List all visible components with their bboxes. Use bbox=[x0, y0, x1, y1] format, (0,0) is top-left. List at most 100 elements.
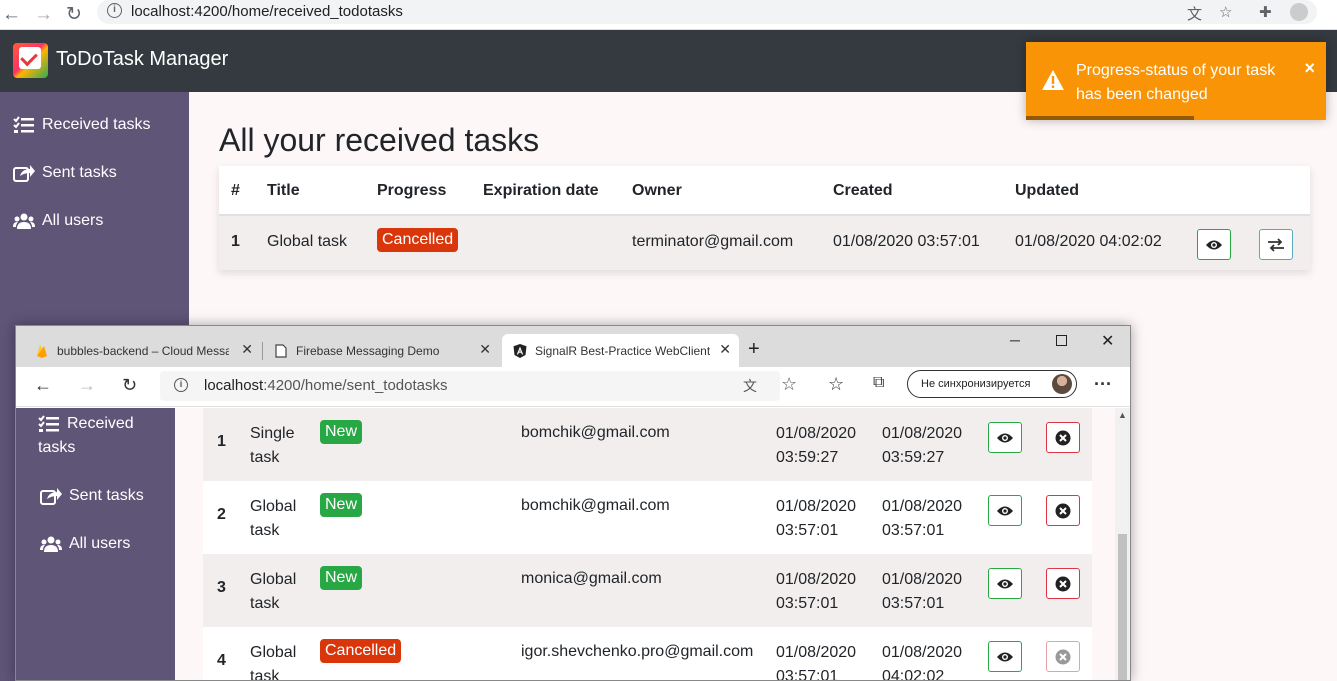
tab-title: Firebase Messaging Demo bbox=[296, 343, 440, 358]
column-header: Updated bbox=[1015, 182, 1079, 199]
column-header: # bbox=[231, 182, 240, 199]
table-header: # Title Progress Expiration date Owner C… bbox=[219, 166, 1310, 216]
row-number: 1 bbox=[217, 433, 226, 450]
progress-cell: Cancelled bbox=[320, 639, 402, 663]
back-arrow-icon[interactable]: ← bbox=[2, 2, 21, 28]
row-number: 2 bbox=[217, 506, 226, 523]
sidebar-item-all-users[interactable]: All users bbox=[13, 209, 103, 233]
view-task-button[interactable] bbox=[988, 641, 1022, 672]
task-title: Global task bbox=[250, 644, 297, 681]
updated-date: 01/08/2020 03:57:01 bbox=[882, 498, 963, 539]
view-task-button[interactable] bbox=[988, 568, 1022, 599]
view-task-button[interactable] bbox=[1197, 229, 1231, 260]
updated-date: 01/08/2020 03:57:01 bbox=[882, 571, 963, 612]
back-arrow-icon[interactable]: ← bbox=[34, 375, 52, 396]
close-window-icon[interactable]: ✕ bbox=[1101, 331, 1114, 351]
progress-badge: Cancelled bbox=[377, 228, 459, 252]
collections-icon[interactable]: ⧉ bbox=[873, 374, 884, 392]
tab-bubbles-backend[interactable]: bubbles-backend – Cloud Messa ✕ bbox=[24, 334, 261, 367]
scrollbar-thumb[interactable] bbox=[1118, 534, 1127, 680]
address-url[interactable]: localhost:4200/home/received_todotasks bbox=[131, 3, 403, 20]
share-icon bbox=[40, 488, 62, 505]
progress-cell: New bbox=[320, 566, 363, 590]
forward-arrow-icon[interactable]: → bbox=[78, 375, 96, 396]
reload-icon[interactable]: ↻ bbox=[66, 2, 82, 28]
profile-sync-button[interactable]: Не синхронизируется bbox=[907, 370, 1077, 398]
table-row: 1 Single task New bomchik@gmail.com 01/0… bbox=[203, 408, 1092, 481]
view-task-button[interactable] bbox=[988, 422, 1022, 453]
sidebar-item-sent-tasks[interactable]: Sent tasks bbox=[40, 484, 144, 508]
toast-close-button[interactable]: × bbox=[1304, 58, 1315, 79]
task-owner: bomchik@gmail.com bbox=[521, 497, 670, 514]
sidebar-item-label: Received tasks bbox=[38, 415, 134, 456]
translate-icon[interactable]: 文 bbox=[1187, 3, 1202, 24]
sidebar-item-all-users[interactable]: All users bbox=[40, 532, 130, 556]
tab-title: SignalR Best-Practice WebClient bbox=[535, 343, 711, 358]
progress-cell: New bbox=[320, 493, 363, 517]
bookmark-star-icon[interactable]: ☆ bbox=[1219, 3, 1232, 21]
address-url[interactable]: localhost:4200/home/sent_todotasks bbox=[204, 377, 448, 394]
created-date: 01/08/2020 03:57:01 bbox=[833, 233, 980, 250]
app-logo-icon bbox=[13, 43, 48, 78]
address-bar[interactable]: i localhost:4200/home/received_todotasks… bbox=[97, 0, 1317, 24]
tab-title: bubbles-backend – Cloud Messa bbox=[57, 343, 229, 358]
more-menu-icon[interactable]: ··· bbox=[1094, 374, 1112, 395]
site-info-icon[interactable]: i bbox=[107, 3, 122, 18]
angular-icon bbox=[513, 343, 527, 358]
edge-toolbar: ← → ↻ i localhost:4200/home/sent_todotas… bbox=[16, 367, 1130, 407]
favorite-star-icon[interactable]: ☆ bbox=[781, 374, 797, 395]
new-tab-button[interactable]: + bbox=[748, 338, 760, 361]
tab-signalr-webclient[interactable]: SignalR Best-Practice WebClient ✕ bbox=[502, 334, 739, 367]
delete-task-button[interactable] bbox=[1046, 568, 1080, 599]
sidebar-item-label: Sent tasks bbox=[69, 487, 144, 504]
tab-firebase-messaging[interactable]: Firebase Messaging Demo ✕ bbox=[263, 334, 499, 367]
edge-browser-window: bubbles-backend – Cloud Messa ✕ Firebase… bbox=[15, 325, 1131, 681]
site-info-icon[interactable]: i bbox=[174, 378, 188, 392]
task-owner: igor.shevchenko.pro@gmail.com bbox=[521, 643, 754, 660]
progress-cell: New bbox=[320, 420, 363, 444]
app-title[interactable]: ToDoTask Manager bbox=[56, 48, 228, 71]
eye-icon bbox=[997, 579, 1013, 588]
delete-task-button[interactable] bbox=[1046, 641, 1080, 672]
sidebar-item-sent-tasks[interactable]: Sent tasks bbox=[13, 161, 117, 185]
change-progress-button[interactable] bbox=[1259, 229, 1293, 260]
tab-close-icon[interactable]: ✕ bbox=[241, 341, 253, 358]
reload-icon[interactable]: ↻ bbox=[122, 375, 137, 396]
updated-date: 01/08/2020 04:02:02 bbox=[1015, 233, 1162, 250]
column-header: Owner bbox=[632, 182, 682, 199]
toast-progress-bar bbox=[1026, 116, 1194, 120]
tab-close-icon[interactable]: ✕ bbox=[479, 341, 491, 358]
minimize-icon[interactable]: ─ bbox=[1010, 332, 1020, 348]
address-bar[interactable]: i localhost:4200/home/sent_todotasks 文 ☆ bbox=[160, 371, 797, 401]
maximize-icon[interactable] bbox=[1056, 335, 1067, 346]
toast-message: Progress-status of your task has been ch… bbox=[1076, 62, 1276, 103]
delete-task-button[interactable] bbox=[1046, 422, 1080, 453]
profile-avatar bbox=[1052, 374, 1072, 394]
table-row: 2 Global task New bomchik@gmail.com 01/0… bbox=[203, 481, 1092, 554]
task-owner: monica@gmail.com bbox=[521, 570, 662, 587]
created-date: 01/08/2020 03:57:01 bbox=[776, 644, 857, 681]
row-number: 4 bbox=[217, 652, 226, 669]
column-header: Progress bbox=[377, 182, 447, 199]
eye-icon bbox=[997, 506, 1013, 515]
eye-icon bbox=[997, 652, 1013, 661]
sent-tasks-content: 1 Single task New bomchik@gmail.com 01/0… bbox=[175, 408, 1115, 681]
translate-icon[interactable]: 文 bbox=[743, 376, 757, 396]
tab-close-icon[interactable]: ✕ bbox=[719, 341, 731, 358]
vertical-scrollbar[interactable]: ▲ bbox=[1115, 408, 1130, 680]
task-title: Single task bbox=[250, 425, 295, 466]
delete-task-button[interactable] bbox=[1046, 495, 1080, 526]
view-task-button[interactable] bbox=[988, 495, 1022, 526]
extensions-icon[interactable]: ✚ bbox=[1259, 3, 1272, 21]
forward-arrow-icon[interactable]: → bbox=[34, 2, 53, 28]
url-host: localhost bbox=[204, 377, 264, 394]
scroll-up-icon[interactable]: ▲ bbox=[1118, 410, 1127, 420]
profile-avatar-icon[interactable] bbox=[1290, 3, 1308, 21]
toast-notification[interactable]: Progress-status of your task has been ch… bbox=[1026, 42, 1326, 120]
users-icon bbox=[40, 536, 62, 552]
sidebar-item-received-tasks[interactable]: Received tasks bbox=[38, 412, 168, 460]
favorites-list-icon[interactable]: ☆ bbox=[828, 374, 844, 395]
exchange-arrows-icon bbox=[1268, 237, 1284, 252]
sidebar-item-received-tasks[interactable]: Received tasks bbox=[13, 113, 151, 137]
warning-icon bbox=[1042, 70, 1064, 90]
